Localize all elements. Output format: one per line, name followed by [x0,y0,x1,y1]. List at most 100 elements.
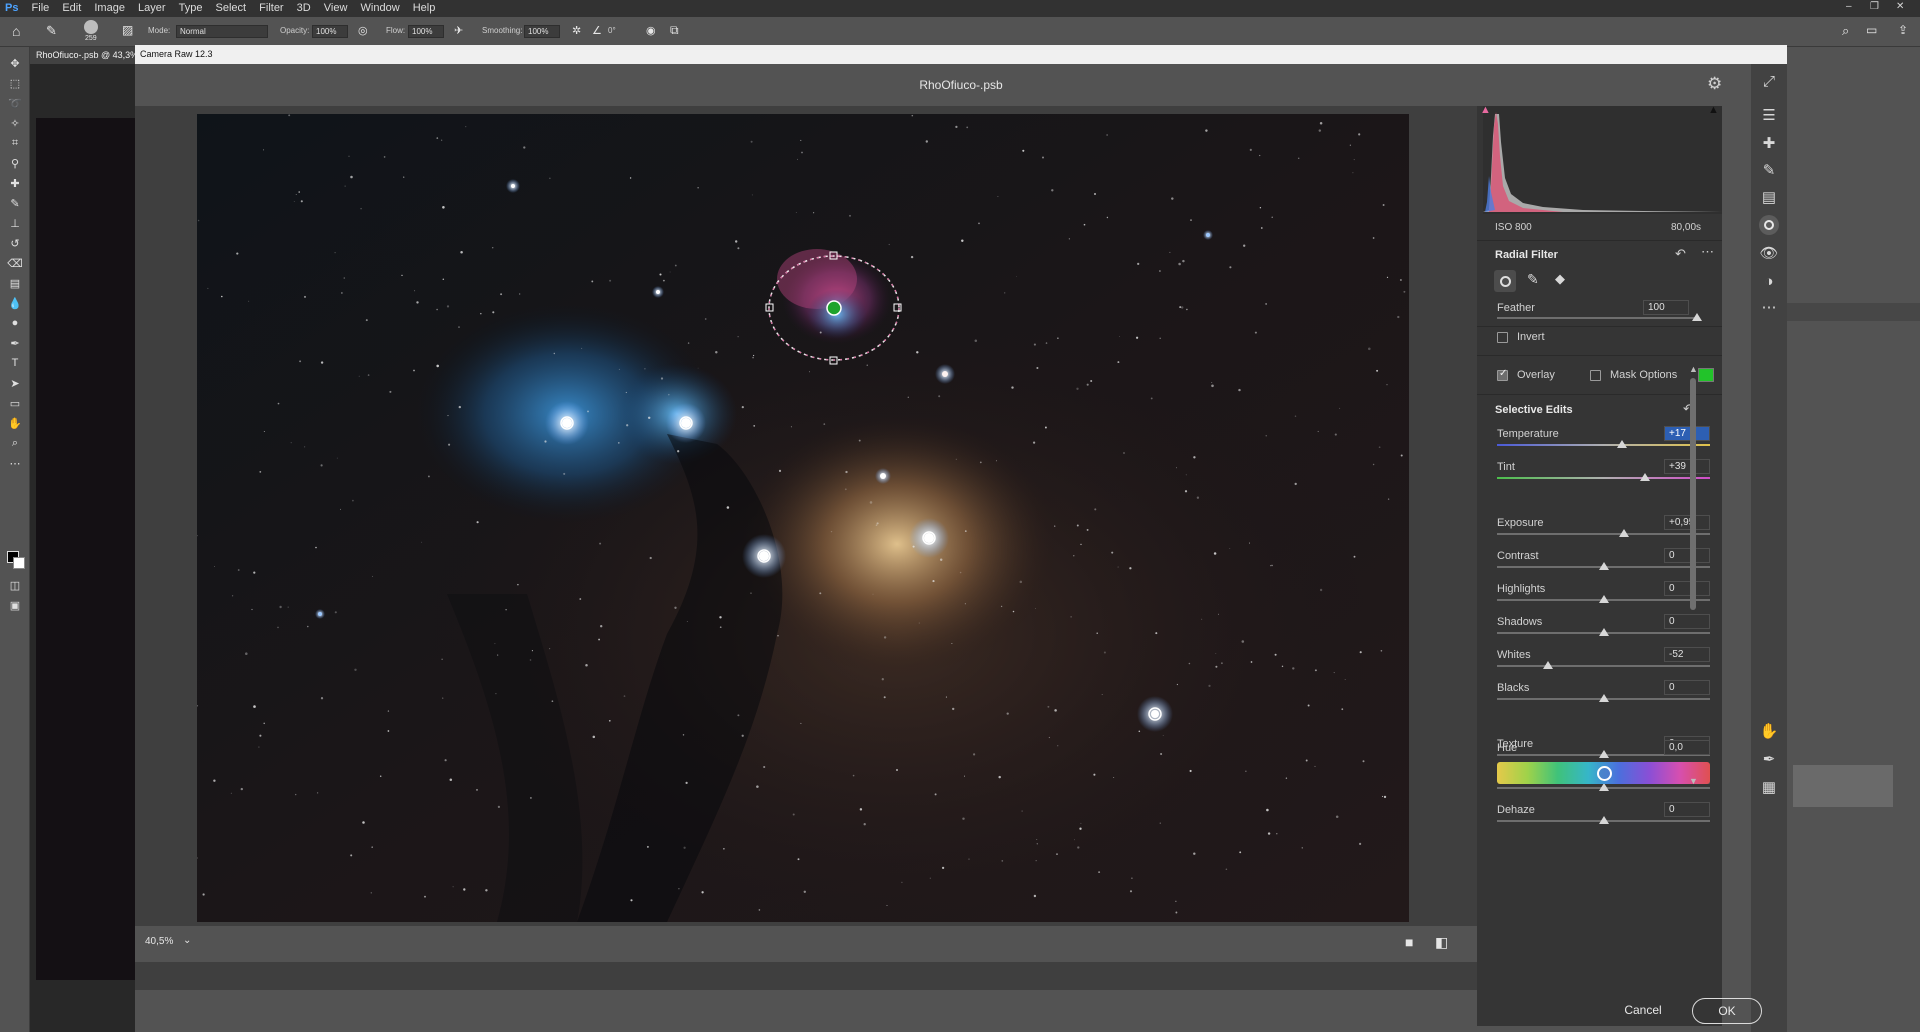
pressure-opacity-icon[interactable]: ◎ [358,24,368,37]
home-icon[interactable]: ⌂ [12,23,20,39]
zoom-dropdown-chevron-icon[interactable]: ⌄ [183,935,191,946]
hue-slider-thumb[interactable] [1596,766,1612,781]
crop-tool-icon[interactable]: ⌗ [0,133,30,153]
zoom-level[interactable]: 40,5% [145,936,173,947]
eraser-tool-icon[interactable]: ⌫ [0,253,30,273]
red-eye-icon[interactable]: 👁 [1751,240,1787,266]
slider-thumb[interactable] [1598,750,1609,758]
slider-value[interactable]: -52 [1664,647,1710,662]
slider-thumb[interactable] [1598,783,1609,791]
brush-preset-icon[interactable] [84,20,98,34]
menu-filter[interactable]: Filter [254,0,288,17]
before-after-icon[interactable]: ◧ [1435,934,1448,951]
more-tools-icon[interactable]: ⋯ [0,453,30,473]
menu-select[interactable]: Select [211,0,252,17]
slider-thumb[interactable] [1598,595,1609,603]
brush-panel-icon[interactable]: ▨ [122,23,133,37]
magic-wand-tool-icon[interactable]: ✧ [0,113,30,133]
smoothing-settings-icon[interactable]: ✲ [572,24,581,37]
slider-thumb[interactable] [1598,816,1609,824]
cancel-button[interactable]: Cancel [1605,998,1681,1024]
scrollbar-thumb[interactable] [1690,378,1696,610]
grid-icon[interactable]: ▦ [1751,774,1787,800]
pressure-size-icon[interactable]: ◉ [646,24,656,37]
slider-track[interactable] [1497,477,1710,479]
slider-thumb[interactable] [1598,694,1609,702]
shadow-clipping-icon[interactable]: ▲ [1480,104,1491,116]
invert-checkbox[interactable] [1497,332,1508,343]
graduated-filter-icon[interactable]: ▤ [1751,184,1787,210]
adjustment-brush-icon[interactable]: ✎ [1751,157,1787,183]
brush-mask-icon[interactable]: ✎ [1527,271,1539,288]
dodge-tool-icon[interactable]: ● [0,313,30,333]
toggle-preview-icon[interactable]: ■ [1405,934,1413,950]
slider-thumb[interactable] [1616,440,1627,448]
path-select-tool-icon[interactable]: ➤ [0,373,30,393]
feather-slider-track[interactable] [1497,317,1697,319]
share-icon[interactable]: ⇪ [1898,23,1908,37]
lasso-tool-icon[interactable]: ➰ [0,93,30,113]
slider-thumb[interactable] [1598,562,1609,570]
workspace-icon[interactable]: ▭ [1866,23,1877,37]
slider-value[interactable]: 0 [1664,614,1710,629]
slider-value[interactable]: 0 [1664,680,1710,695]
edit-sliders-icon[interactable]: ☰ [1751,102,1787,128]
restore-window-icon[interactable]: ❐ [1870,1,1879,12]
panel-scrollbar[interactable]: ▲ ▼ [1689,364,1698,804]
smoothing-field[interactable]: 100% [524,25,560,38]
hand-icon[interactable]: ✋ [1751,718,1787,744]
more-tools-icon[interactable]: ⋯ [1751,294,1787,320]
move-tool-icon[interactable]: ✥ [0,53,30,73]
search-icon[interactable]: ⌕ [1842,23,1849,39]
shape-tool-icon[interactable]: ▭ [0,393,30,413]
pen-tool-icon[interactable]: ✒ [0,333,30,353]
slider-value[interactable]: 0 [1664,802,1710,817]
eraser-mask-icon[interactable]: ◆ [1555,271,1565,287]
menu-file[interactable]: File [27,0,55,17]
marquee-tool-icon[interactable]: ⬚ [0,73,30,93]
fullscreen-icon[interactable]: ⤢ [1751,68,1787,94]
slider-track[interactable] [1497,665,1710,667]
scroll-down-chevron-icon[interactable]: ▼ [1689,776,1698,786]
stamp-tool-icon[interactable]: ⊥ [0,213,30,233]
slider-value[interactable]: +0,95 [1664,515,1710,530]
mode-select[interactable]: Normal [176,25,268,38]
slider-thumb[interactable] [1640,473,1651,481]
background-color-swatch[interactable] [13,557,25,569]
feather-value[interactable]: 100 [1643,300,1689,315]
menu-edit[interactable]: Edit [57,0,86,17]
quick-mask-icon[interactable]: ◫ [0,575,30,595]
feather-slider-thumb[interactable] [1692,313,1702,321]
ps-logo-icon[interactable]: Ps [0,0,23,17]
radial-mask-icon[interactable] [1494,270,1516,292]
document-tab[interactable]: RhoOfiuco-.psb @ 43,3% [30,47,136,64]
brush-tool-icon[interactable]: ✎ [0,193,30,213]
type-tool-icon[interactable]: T [0,353,30,373]
menu-help[interactable]: Help [408,0,441,17]
slider-thumb[interactable] [1543,661,1554,669]
overlay-checkbox[interactable] [1497,368,1508,381]
healing-icon[interactable]: ✚ [1751,130,1787,156]
zoom-tool-icon[interactable]: ⌕ [0,433,30,453]
menu-image[interactable]: Image [89,0,130,17]
slider-value[interactable]: +39 [1664,459,1710,474]
menu-layer[interactable]: Layer [133,0,171,17]
hand-tool-icon[interactable]: ✋ [0,413,30,433]
more-options-icon[interactable]: ⋯ [1701,244,1714,260]
radial-filter-tool-icon[interactable] [1751,212,1787,238]
reset-filter-icon[interactable]: ↶ [1675,246,1686,262]
slider-track[interactable] [1497,533,1710,535]
mask-color-swatch[interactable] [1698,368,1714,382]
screen-mode-icon[interactable]: ▣ [0,595,30,615]
slider-thumb[interactable] [1598,628,1609,636]
symmetry-icon[interactable]: ⧉ [670,23,679,38]
blur-tool-icon[interactable]: 💧 [0,293,30,313]
minimize-window-icon[interactable]: – [1846,1,1852,12]
settings-gear-icon[interactable]: ⚙ [1707,74,1722,94]
menu-type[interactable]: Type [174,0,208,17]
menu-3d[interactable]: 3D [292,0,316,17]
presets-icon[interactable]: ◑ [1751,268,1787,294]
healing-tool-icon[interactable]: ✚ [0,173,30,193]
slider-value[interactable]: +17 [1664,426,1710,441]
layer-row[interactable] [1793,765,1893,807]
